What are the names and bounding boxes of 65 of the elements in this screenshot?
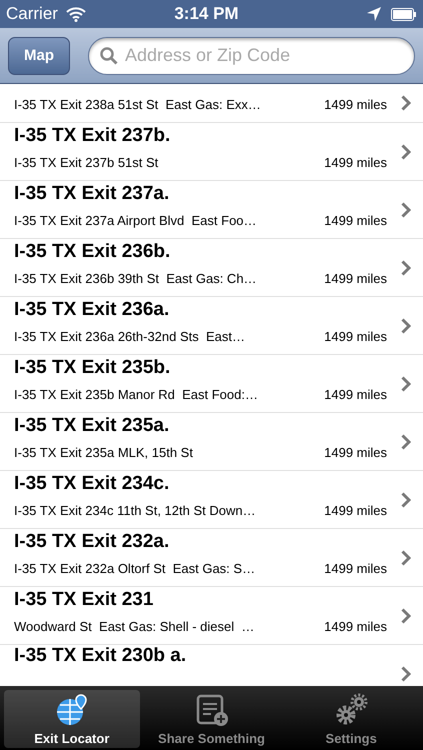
chevron-icon xyxy=(401,550,411,566)
distance-label: 1499 miles xyxy=(324,155,387,170)
distance-label: 1499 miles xyxy=(324,619,387,634)
exit-description: I-35 TX Exit 235b Manor Rd East Food:… xyxy=(14,387,259,402)
chevron-icon xyxy=(401,260,411,276)
clock-time: 3:14 PM xyxy=(173,4,240,24)
search-field[interactable]: Address or Zip Code xyxy=(88,36,415,74)
distance-label: 1499 miles xyxy=(324,387,387,402)
exit-list-row[interactable]: I-35 TX Exit 231 Woodward St East Gas: Shell - diesel … 1499 miles xyxy=(0,587,423,645)
distance-label: 1499 miles xyxy=(324,213,387,228)
exit-description: I-35 TX Exit 234c 11th St, 12th St Down… xyxy=(14,503,257,518)
chevron-icon xyxy=(401,376,411,392)
exit-description: I-35 TX Exit 238a 51st St East Gas: Exx… xyxy=(14,97,262,112)
map-button[interactable]: Map xyxy=(8,36,70,74)
gears-icon xyxy=(334,693,368,727)
globe-icon xyxy=(54,693,89,727)
tab-bar-item[interactable]: Settings xyxy=(283,690,420,748)
exit-title: I-35 TX Exit 235a. xyxy=(14,415,170,437)
chevron-icon xyxy=(401,492,411,508)
exit-list-row[interactable]: I-35 TX Exit 237a. I-35 TX Exit 237a Airport Blvd East Foo… 1499 miles xyxy=(0,181,423,239)
exit-list-row[interactable]: I-35 TX Exit 237b. I-35 TX Exit 237b 51st St 1499 miles xyxy=(0,123,423,181)
carrier-label: Carrier xyxy=(6,4,58,24)
distance-label: 1499 miles xyxy=(324,329,387,344)
exit-description: I-35 TX Exit 236b 39th St East Gas: Ch… xyxy=(14,271,258,286)
exit-description: I-35 TX Exit 237b 51st St xyxy=(14,155,160,170)
exit-title: I-35 TX Exit 230b a. xyxy=(14,645,188,667)
exit-list-row[interactable]: I-35 TX Exit 232a. I-35 TX Exit 232a Oltorf St East Gas: S… 1499 miles xyxy=(0,529,423,587)
battery-icon xyxy=(391,8,417,20)
exit-list-row[interactable]: I-35 TX Exit 234c. I-35 TX Exit 234c 11th St, 12th St Down… 1499 miles xyxy=(0,471,423,529)
exit-title: I-35 TX Exit 237a. xyxy=(14,183,170,205)
exit-description: I-35 TX Exit 236a 26th-32nd Sts East… xyxy=(14,329,246,344)
chevron-icon xyxy=(401,318,411,334)
exit-list-row[interactable]: I-35 TX Exit 236b. I-35 TX Exit 236b 39th St East Gas: Ch… 1499 miles xyxy=(0,239,423,297)
exit-title: I-35 TX Exit 232a. xyxy=(14,531,170,553)
exit-title: I-35 TX Exit 235b. xyxy=(14,357,172,379)
exit-title: I-35 TX Exit 234c. xyxy=(14,473,170,495)
exit-title: I-35 TX Exit 236a. xyxy=(14,299,170,321)
exit-description: I-35 TX Exit 235a MLK, 15th St xyxy=(14,445,194,460)
tab-bar-item[interactable]: Share Something xyxy=(144,690,280,748)
distance-label: 1499 miles xyxy=(324,97,387,112)
chevron-icon xyxy=(401,608,411,624)
chevron-icon xyxy=(401,202,411,218)
exit-list-row[interactable]: I-35 TX Exit 236a. I-35 TX Exit 236a 26th-32nd Sts East… 1499 miles xyxy=(0,297,423,355)
list-add-icon xyxy=(194,693,228,727)
exit-description: Woodward St East Gas: Shell - diesel … xyxy=(14,619,256,634)
chevron-icon xyxy=(401,666,411,682)
exit-list-row[interactable]: I-35 TX Exit 235b. I-35 TX Exit 235b Manor Rd East Food:… 1499 miles xyxy=(0,355,423,413)
distance-label: 1499 miles xyxy=(324,561,387,576)
exit-list-row[interactable]: I-35 TX Exit 235a. I-35 TX Exit 235a MLK, 15th St 1499 miles xyxy=(0,413,423,471)
search-icon xyxy=(100,46,118,64)
wifi-icon xyxy=(66,6,86,22)
tab-bar-item[interactable]: Exit Locator xyxy=(4,690,140,748)
exit-description: I-35 TX Exit 232a Oltorf St East Gas: S… xyxy=(14,561,256,576)
exit-title: I-35 TX Exit 236b. xyxy=(14,241,172,263)
chevron-icon xyxy=(401,144,411,160)
location-arrow-icon xyxy=(367,7,381,21)
distance-label: 1499 miles xyxy=(324,271,387,286)
exit-list-row[interactable]: I-35 TX Exit 238a 51st St East Gas: Exx… 1499 miles xyxy=(0,84,423,123)
exit-description: I-35 TX Exit 237a Airport Blvd East Foo… xyxy=(14,213,258,228)
distance-label: 1499 miles xyxy=(324,445,387,460)
distance-label: 1499 miles xyxy=(324,503,387,518)
chevron-icon xyxy=(401,434,411,450)
chevron-icon xyxy=(401,95,411,111)
exit-title: I-35 TX Exit 237b. xyxy=(14,125,172,147)
exit-title: I-35 TX Exit 231 xyxy=(14,589,154,611)
